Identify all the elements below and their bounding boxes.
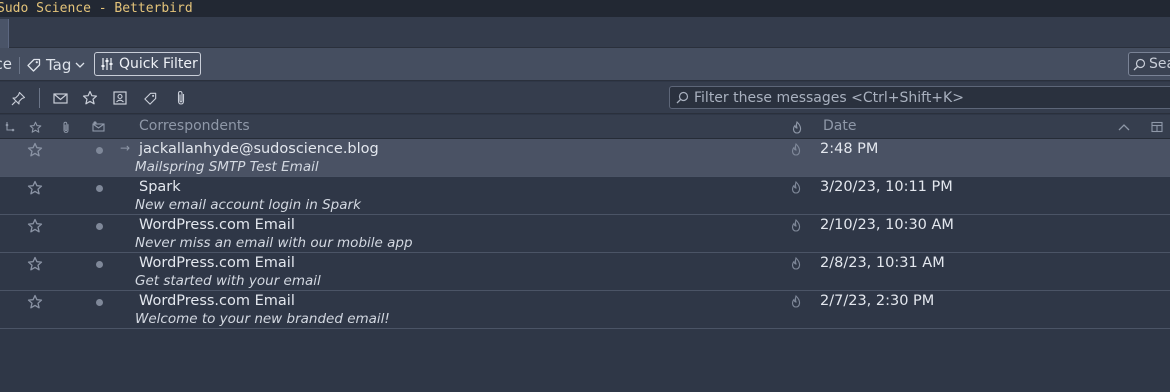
table-row[interactable]: → jackallanhyde@sudoscience.blog Mailspr… [0, 139, 1170, 177]
message-subject: Never miss an email with our mobile app [135, 235, 413, 251]
window-titlebar: Sudo Science - Betterbird [0, 0, 1170, 17]
junk-status-icon[interactable] [790, 295, 802, 308]
global-search-input[interactable]: Search [1128, 52, 1170, 76]
star-icon[interactable] [27, 218, 43, 234]
message-correspondent: WordPress.com Email [139, 255, 295, 271]
contact-icon[interactable] [112, 90, 128, 106]
pin-icon[interactable] [10, 90, 26, 106]
tag-filter-icon[interactable] [142, 90, 158, 106]
toolbar-button-partial-label[interactable]: ce [0, 55, 12, 73]
read-status-dot[interactable] [96, 261, 103, 268]
attachment-column-icon[interactable] [59, 120, 73, 134]
search-icon [676, 91, 689, 104]
read-status-dot[interactable] [96, 223, 103, 230]
junk-column-icon[interactable] [790, 120, 804, 134]
message-date: 2/7/23, 2:30 PM [820, 293, 935, 309]
star-icon[interactable] [27, 256, 43, 272]
message-date: 3/20/23, 10:11 PM [820, 179, 953, 195]
message-subject: Get started with your email [135, 273, 321, 289]
tag-button[interactable]: Tag [26, 53, 88, 76]
tag-button-label: Tag [46, 55, 72, 74]
junk-status-icon[interactable] [790, 219, 802, 232]
filterbar-divider [39, 88, 40, 108]
star-icon[interactable] [27, 142, 43, 158]
thread-column-icon[interactable] [3, 120, 17, 134]
chevron-up-icon[interactable] [1117, 120, 1131, 134]
search-icon [1133, 58, 1146, 71]
message-subject: Mailspring SMTP Test Email [135, 159, 319, 175]
message-date: 2/10/23, 10:30 AM [820, 217, 954, 233]
junk-status-icon[interactable] [790, 257, 802, 270]
star-icon[interactable] [82, 90, 98, 106]
junk-status-icon[interactable] [790, 181, 802, 194]
toolbar-divider [19, 57, 20, 74]
chevron-down-icon [75, 60, 85, 70]
forwarded-arrow-icon: → [120, 141, 131, 155]
message-correspondent: WordPress.com Email [139, 217, 295, 233]
read-status-dot[interactable] [96, 147, 103, 154]
global-search-label: Search [1149, 56, 1170, 72]
filter-messages-placeholder: Filter these messages <Ctrl+Shift+K> [694, 89, 964, 106]
unread-filter-icon[interactable] [52, 90, 68, 106]
filter-messages-input[interactable]: Filter these messages <Ctrl+Shift+K> [669, 86, 1170, 109]
message-date: 2:48 PM [820, 141, 879, 157]
message-subject: New email account login in Spark [135, 197, 361, 213]
table-row[interactable]: WordPress.com Email Welcome to your new … [0, 291, 1170, 329]
attachment-icon[interactable] [173, 90, 189, 106]
table-row[interactable]: WordPress.com Email Never miss an email … [0, 215, 1170, 253]
message-list-header: Correspondents Date [0, 115, 1170, 139]
star-icon[interactable] [27, 180, 43, 196]
message-subject: Welcome to your new branded email! [135, 311, 390, 327]
correspondents-column-header[interactable]: Correspondents [139, 118, 250, 134]
tab-active[interactable] [0, 19, 9, 48]
table-row[interactable]: Spark New email account login in Spark 3… [0, 177, 1170, 215]
table-row[interactable]: WordPress.com Email Get started with you… [0, 253, 1170, 291]
message-list: → jackallanhyde@sudoscience.blog Mailspr… [0, 139, 1170, 329]
read-status-dot[interactable] [96, 299, 103, 306]
window-title: Sudo Science - Betterbird [0, 1, 193, 16]
quick-filter-label: Quick Filter [119, 56, 198, 72]
read-status-column-icon[interactable] [91, 120, 105, 134]
message-date: 2/8/23, 10:31 AM [820, 255, 945, 271]
tag-icon [26, 57, 42, 73]
junk-status-icon[interactable] [790, 143, 802, 156]
message-correspondent: jackallanhyde@sudoscience.blog [139, 141, 379, 157]
message-correspondent: WordPress.com Email [139, 293, 295, 309]
quick-filter-button[interactable]: Quick Filter [94, 52, 201, 76]
star-icon[interactable] [27, 294, 43, 310]
tab-bar [0, 17, 1170, 48]
star-column-icon[interactable] [28, 120, 42, 134]
message-correspondent: Spark [139, 179, 181, 195]
column-picker-icon[interactable] [1150, 120, 1164, 134]
date-column-header[interactable]: Date [823, 118, 856, 134]
read-status-dot[interactable] [96, 185, 103, 192]
quick-filter-icon [100, 57, 114, 71]
